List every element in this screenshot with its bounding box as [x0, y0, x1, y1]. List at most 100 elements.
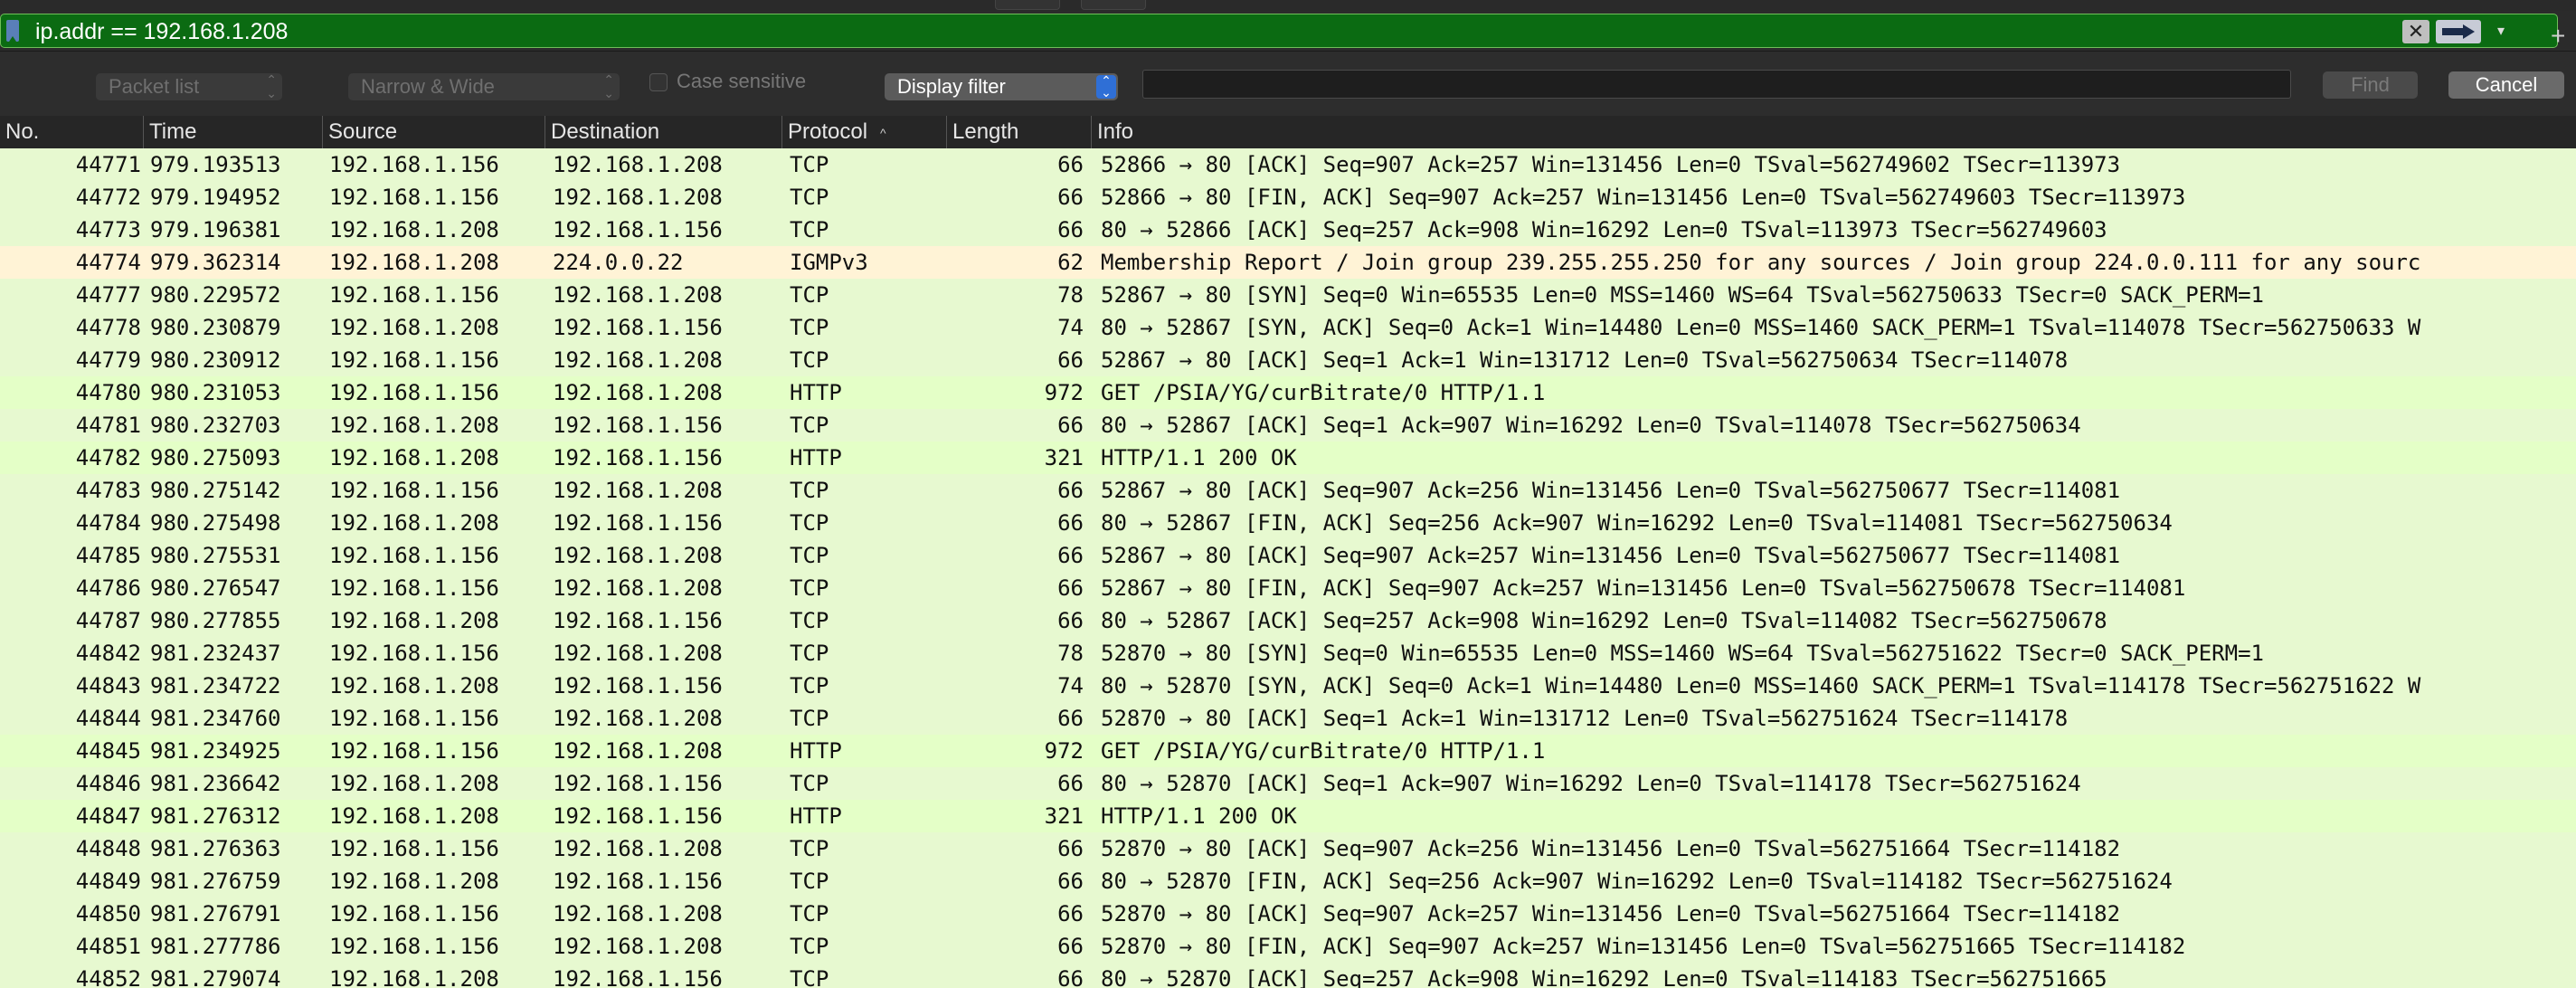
- packet-row[interactable]: 44782980.275093192.168.1.208192.168.1.15…: [0, 442, 2576, 474]
- packet-protocol: TCP: [790, 539, 943, 572]
- packet-destination: 192.168.1.208: [553, 930, 783, 963]
- display-filter-input[interactable]: ip.addr == 192.168.1.208 ✕ ▾: [0, 14, 2558, 48]
- packet-destination: 192.168.1.156: [553, 963, 783, 988]
- packet-protocol: HTTP: [790, 442, 943, 474]
- packet-row[interactable]: 44772979.194952192.168.1.156192.168.1.20…: [0, 181, 2576, 214]
- search-type-select[interactable]: Display filter ⌃⌄: [885, 73, 1118, 100]
- packet-no: 44778: [0, 311, 141, 344]
- find-button[interactable]: Find: [2323, 71, 2418, 99]
- case-sensitive-label: Case sensitive: [677, 70, 806, 93]
- packet-protocol: TCP: [790, 279, 943, 311]
- packet-row[interactable]: 44850981.276791192.168.1.156192.168.1.20…: [0, 898, 2576, 930]
- packet-row[interactable]: 44774979.362314192.168.1.208224.0.0.22IG…: [0, 246, 2576, 279]
- column-header-source[interactable]: Source: [322, 116, 545, 148]
- packet-source: 192.168.1.156: [329, 832, 546, 865]
- packet-length: 66: [946, 767, 1084, 800]
- find-input[interactable]: [1142, 70, 2291, 99]
- packet-row[interactable]: 44844981.234760192.168.1.156192.168.1.20…: [0, 702, 2576, 735]
- packet-destination: 192.168.1.208: [553, 474, 783, 507]
- packet-info: 80 → 52870 [FIN, ACK] Seq=256 Ack=907 Wi…: [1101, 865, 2576, 898]
- packet-row[interactable]: 44842981.232437192.168.1.156192.168.1.20…: [0, 637, 2576, 670]
- packet-length: 66: [946, 702, 1084, 735]
- packet-row[interactable]: 44851981.277786192.168.1.156192.168.1.20…: [0, 930, 2576, 963]
- packet-protocol: TCP: [790, 670, 943, 702]
- packet-length: 66: [946, 148, 1084, 181]
- packet-destination: 192.168.1.156: [553, 604, 783, 637]
- packet-row[interactable]: 44846981.236642192.168.1.208192.168.1.15…: [0, 767, 2576, 800]
- column-header-length[interactable]: Length: [946, 116, 1091, 148]
- packet-source: 192.168.1.156: [329, 148, 546, 181]
- packet-row[interactable]: 44786980.276547192.168.1.156192.168.1.20…: [0, 572, 2576, 604]
- packet-protocol: HTTP: [790, 800, 943, 832]
- packet-no: 44843: [0, 670, 141, 702]
- packet-length: 66: [946, 832, 1084, 865]
- packet-destination: 192.168.1.208: [553, 637, 783, 670]
- find-packet-bar: Packet list ⌃⌄ Narrow & Wide ⌃⌄ Case sen…: [0, 51, 2576, 117]
- packet-time: 981.276791: [150, 898, 322, 930]
- packet-time: 981.279074: [150, 963, 322, 988]
- column-header-protocol[interactable]: Protocol^: [781, 116, 946, 148]
- packet-destination: 224.0.0.22: [553, 246, 783, 279]
- packet-time: 981.234722: [150, 670, 322, 702]
- packet-row[interactable]: 44849981.276759192.168.1.208192.168.1.15…: [0, 865, 2576, 898]
- packet-row[interactable]: 44773979.196381192.168.1.208192.168.1.15…: [0, 214, 2576, 246]
- packet-protocol: IGMPv3: [790, 246, 943, 279]
- packet-info: 52870 → 80 [SYN] Seq=0 Win=65535 Len=0 M…: [1101, 637, 2576, 670]
- packet-list[interactable]: 44771979.193513192.168.1.156192.168.1.20…: [0, 148, 2576, 988]
- packet-source: 192.168.1.156: [329, 539, 546, 572]
- packet-row[interactable]: 44787980.277855192.168.1.208192.168.1.15…: [0, 604, 2576, 637]
- packet-time: 981.234760: [150, 702, 322, 735]
- packet-row[interactable]: 44781980.232703192.168.1.208192.168.1.15…: [0, 409, 2576, 442]
- packet-row[interactable]: 44778980.230879192.168.1.208192.168.1.15…: [0, 311, 2576, 344]
- arrow-right-icon[interactable]: [2436, 20, 2481, 43]
- packet-row[interactable]: 44847981.276312192.168.1.208192.168.1.15…: [0, 800, 2576, 832]
- packet-row[interactable]: 44777980.229572192.168.1.156192.168.1.20…: [0, 279, 2576, 311]
- search-in-select[interactable]: Packet list ⌃⌄: [96, 73, 282, 100]
- clear-icon[interactable]: ✕: [2402, 20, 2429, 43]
- packet-row[interactable]: 44848981.276363192.168.1.156192.168.1.20…: [0, 832, 2576, 865]
- packet-protocol: TCP: [790, 344, 943, 376]
- column-header-destination[interactable]: Destination: [545, 116, 781, 148]
- column-header-info[interactable]: Info: [1091, 116, 2576, 148]
- packet-row[interactable]: 44780980.231053192.168.1.156192.168.1.20…: [0, 376, 2576, 409]
- stepper-icon: ⌃⌄: [603, 73, 614, 100]
- search-in-value: Packet list: [109, 75, 199, 98]
- packet-info: 52867 → 80 [FIN, ACK] Seq=907 Ack=257 Wi…: [1101, 572, 2576, 604]
- packet-row[interactable]: 44779980.230912192.168.1.156192.168.1.20…: [0, 344, 2576, 376]
- cancel-button[interactable]: Cancel: [2448, 71, 2564, 99]
- packet-no: 44771: [0, 148, 141, 181]
- packet-row[interactable]: 44852981.279074192.168.1.208192.168.1.15…: [0, 963, 2576, 988]
- packet-row[interactable]: 44784980.275498192.168.1.208192.168.1.15…: [0, 507, 2576, 539]
- packet-length: 66: [946, 930, 1084, 963]
- packet-info: 80 → 52870 [SYN, ACK] Seq=0 Ack=1 Win=14…: [1101, 670, 2576, 702]
- chevron-down-icon[interactable]: ▾: [2488, 20, 2514, 43]
- display-filter-text[interactable]: ip.addr == 192.168.1.208: [35, 19, 288, 45]
- packet-time: 981.236642: [150, 767, 322, 800]
- packet-protocol: TCP: [790, 637, 943, 670]
- packet-source: 192.168.1.208: [329, 214, 546, 246]
- packet-source: 192.168.1.156: [329, 930, 546, 963]
- packet-protocol: TCP: [790, 767, 943, 800]
- packet-source: 192.168.1.208: [329, 800, 546, 832]
- packet-time: 981.234925: [150, 735, 322, 767]
- char-width-value: Narrow & Wide: [361, 75, 495, 98]
- packet-destination: 192.168.1.156: [553, 409, 783, 442]
- plus-icon[interactable]: +: [2551, 24, 2565, 49]
- packet-no: 44779: [0, 344, 141, 376]
- packet-length: 972: [946, 735, 1084, 767]
- char-width-select[interactable]: Narrow & Wide ⌃⌄: [348, 73, 620, 100]
- packet-row[interactable]: 44843981.234722192.168.1.208192.168.1.15…: [0, 670, 2576, 702]
- packet-row[interactable]: 44785980.275531192.168.1.156192.168.1.20…: [0, 539, 2576, 572]
- bookmark-icon[interactable]: [6, 20, 19, 42]
- packet-length: 78: [946, 279, 1084, 311]
- packet-length: 66: [946, 898, 1084, 930]
- column-header-time[interactable]: Time: [143, 116, 322, 148]
- packet-row[interactable]: 44783980.275142192.168.1.156192.168.1.20…: [0, 474, 2576, 507]
- packet-info: GET /PSIA/YG/curBitrate/0 HTTP/1.1: [1101, 376, 2576, 409]
- packet-row[interactable]: 44771979.193513192.168.1.156192.168.1.20…: [0, 148, 2576, 181]
- packet-protocol: HTTP: [790, 376, 943, 409]
- packet-time: 981.232437: [150, 637, 322, 670]
- column-header-no[interactable]: No.: [0, 116, 143, 148]
- case-sensitive-checkbox[interactable]: [649, 73, 668, 91]
- packet-row[interactable]: 44845981.234925192.168.1.156192.168.1.20…: [0, 735, 2576, 767]
